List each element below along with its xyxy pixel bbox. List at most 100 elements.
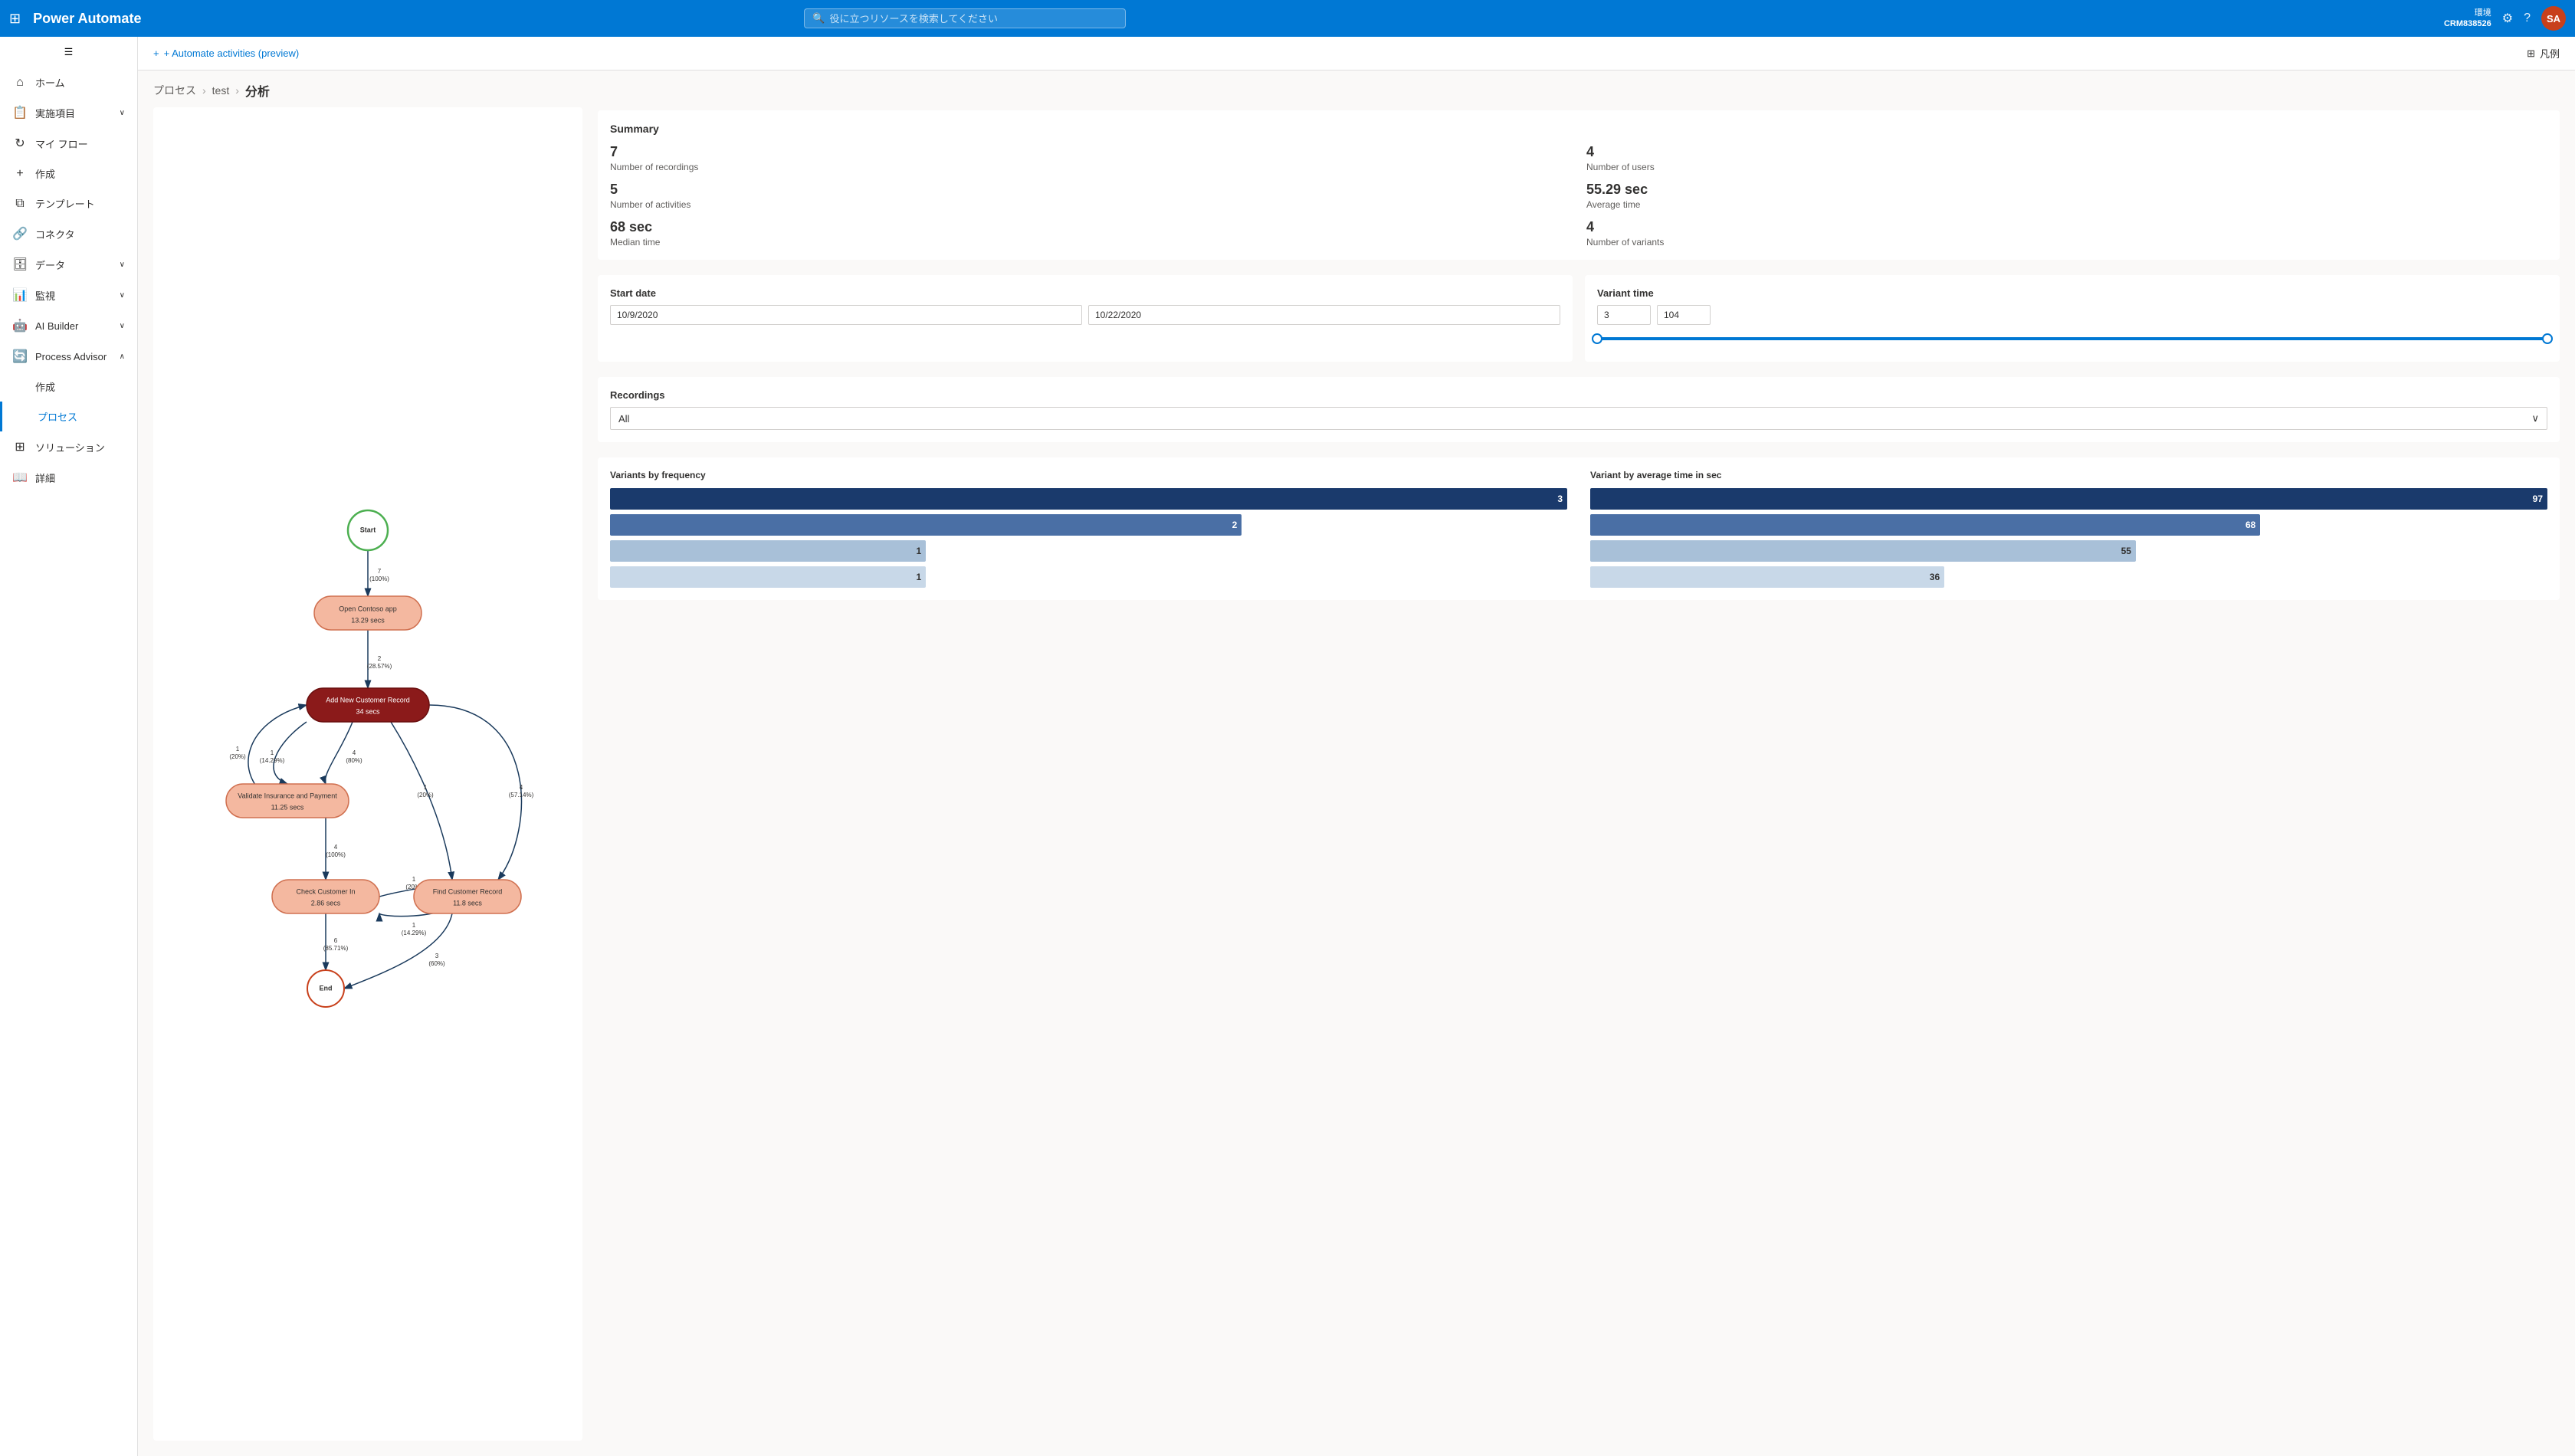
- svg-text:Validate Insurance and Payment: Validate Insurance and Payment: [238, 792, 337, 799]
- hamburger-button[interactable]: ☰: [0, 37, 137, 67]
- breadcrumb-sep2: ›: [235, 84, 239, 97]
- svg-text:(100%): (100%): [369, 576, 389, 582]
- chevron-down-icon: ∨: [2531, 412, 2539, 425]
- svg-text:1: 1: [271, 749, 274, 756]
- bar-fill: 3: [610, 488, 1567, 510]
- summary-recordings: 7 Number of recordings: [610, 144, 1571, 172]
- sidebar-item-template[interactable]: ⧉ テンプレート: [0, 189, 137, 218]
- chevron-down-icon: ∨: [120, 109, 125, 117]
- bar-row: 3: [610, 488, 1567, 510]
- find-node[interactable]: [414, 880, 521, 913]
- sidebar-item-details[interactable]: 📖 詳細: [0, 462, 137, 493]
- chevron-down-icon: ∨: [120, 322, 125, 330]
- bar-fill: 1: [610, 566, 926, 588]
- solutions-icon: ⊞: [12, 439, 28, 454]
- sidebar-item-data[interactable]: 🗄 データ ∨: [0, 249, 137, 280]
- bar-value: 1: [916, 572, 921, 582]
- avg-time-chart: Variant by average time in sec 97: [1590, 470, 2547, 588]
- legend-button[interactable]: ⊞ 凡例: [2527, 46, 2560, 61]
- svg-text:3: 3: [435, 953, 439, 959]
- summary-title: Summary: [610, 123, 2547, 135]
- bar-fill: 2: [610, 514, 1242, 536]
- bar-fill: 97: [1590, 488, 2547, 510]
- svg-text:(100%): (100%): [326, 851, 346, 858]
- page-body: 7 (100%) 2 (28.57%) 1 (14.29%) 4 (80%): [138, 107, 2575, 1456]
- breadcrumb-process[interactable]: プロセス: [153, 83, 196, 98]
- start-date-section: Start date: [598, 275, 1573, 362]
- bar-value: 68: [2245, 520, 2255, 530]
- start-date-title: Start date: [610, 287, 1560, 299]
- right-panel: Summary 7 Number of recordings 4 Number …: [598, 107, 2560, 1441]
- validate-node[interactable]: [226, 784, 349, 818]
- range-min-input[interactable]: [1597, 305, 1651, 325]
- breadcrumb-sep1: ›: [202, 84, 206, 97]
- sidebar-item-create-sub[interactable]: 作成: [0, 372, 137, 402]
- range-fill: [1597, 337, 2547, 340]
- connector-icon: 🔗: [12, 226, 28, 241]
- bar-fill: 1: [610, 540, 926, 562]
- settings-icon[interactable]: ⚙: [2502, 11, 2513, 26]
- range-thumb-right[interactable]: [2542, 333, 2553, 344]
- check-node[interactable]: [272, 880, 379, 913]
- template-icon: ⧉: [12, 197, 28, 211]
- bar-fill: 55: [1590, 540, 2136, 562]
- sidebar-item-ai-builder[interactable]: 🤖 AI Builder ∨: [0, 310, 137, 341]
- date-to-input[interactable]: [1088, 305, 1560, 325]
- svg-text:13.29 secs: 13.29 secs: [351, 616, 385, 624]
- search-box: 🔍: [804, 8, 1126, 28]
- range-thumb-left[interactable]: [1592, 333, 1602, 344]
- svg-text:1: 1: [424, 784, 428, 791]
- breadcrumb-test[interactable]: test: [212, 84, 230, 97]
- avg-time-chart-title: Variant by average time in sec: [1590, 470, 2547, 480]
- grid-icon[interactable]: ⊞: [9, 11, 21, 27]
- frequency-chart-title: Variants by frequency: [610, 470, 1567, 480]
- sidebar-item-myflow[interactable]: ↻ マイ フロー: [0, 128, 137, 159]
- sidebar-item-process-sub[interactable]: プロセス: [0, 402, 137, 431]
- sidebar-item-jisshi[interactable]: 📋 実施項目 ∨: [0, 97, 137, 128]
- recordings-dropdown[interactable]: All ∨: [610, 407, 2547, 430]
- variant-time-section: Variant time: [1585, 275, 2560, 362]
- flow-svg: 7 (100%) 2 (28.57%) 1 (14.29%) 4 (80%): [153, 107, 582, 1441]
- recordings-section: Recordings All ∨: [598, 377, 2560, 442]
- svg-text:4: 4: [520, 784, 523, 791]
- automate-activities-button[interactable]: + + Automate activities (preview): [153, 48, 299, 59]
- svg-text:(80%): (80%): [346, 757, 362, 764]
- bar-bg: 3: [610, 488, 1567, 510]
- sidebar-item-process-advisor[interactable]: 🔄 Process Advisor ∧: [0, 341, 137, 372]
- bar-row: 1: [610, 566, 1567, 588]
- monitor-icon: 📊: [12, 287, 28, 303]
- svg-text:4: 4: [353, 749, 356, 756]
- chevron-up-icon: ∧: [120, 353, 125, 361]
- range-max-input[interactable]: [1657, 305, 1711, 325]
- avg-time-bar-chart: 97 68: [1590, 488, 2547, 588]
- svg-text:6: 6: [334, 937, 338, 944]
- svg-text:(20%): (20%): [417, 792, 434, 799]
- range-slider[interactable]: [1597, 331, 2547, 346]
- sidebar-item-create[interactable]: + 作成: [0, 159, 137, 189]
- charts-section: Variants by frequency 3: [598, 457, 2560, 600]
- search-input[interactable]: [829, 13, 1117, 25]
- svg-text:(85.71%): (85.71%): [323, 945, 349, 952]
- bar-bg: 97: [1590, 488, 2547, 510]
- sidebar-item-monitor[interactable]: 📊 監視 ∨: [0, 280, 137, 310]
- sidebar-item-solutions[interactable]: ⊞ ソリューション: [0, 431, 137, 462]
- env-info: 環境 CRM838526: [2444, 8, 2491, 30]
- sidebar-item-home[interactable]: ⌂ ホーム: [0, 67, 137, 97]
- svg-text:11.8 secs: 11.8 secs: [453, 899, 482, 907]
- bar-row: 97: [1590, 488, 2547, 510]
- body-layout: ☰ ⌂ ホーム 📋 実施項目 ∨ ↻ マイ フロー + 作成 ⧉ テンプレート …: [0, 37, 2575, 1456]
- bar-value: 2: [1232, 520, 1238, 530]
- bar-value: 55: [2121, 546, 2131, 556]
- open-contoso-node[interactable]: [314, 596, 422, 630]
- svg-text:Check Customer In: Check Customer In: [296, 887, 355, 895]
- help-icon[interactable]: ?: [2524, 11, 2531, 25]
- date-inputs: [610, 305, 1560, 325]
- avatar[interactable]: SA: [2541, 6, 2566, 31]
- right-area: 環境 CRM838526 ⚙ ? SA: [2444, 6, 2566, 31]
- date-from-input[interactable]: [610, 305, 1082, 325]
- bar-value: 97: [2533, 494, 2543, 504]
- sidebar-item-connector[interactable]: 🔗 コネクタ: [0, 218, 137, 249]
- add-customer-node[interactable]: [307, 688, 429, 722]
- summary-avg-time: 55.29 sec Average time: [1586, 182, 2547, 210]
- svg-text:(14.29%): (14.29%): [260, 757, 285, 764]
